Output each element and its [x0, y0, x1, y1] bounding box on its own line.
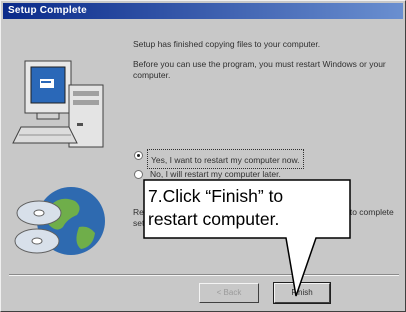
- callout-line-2: restart computer.: [148, 209, 280, 229]
- instruction-callout: [143, 179, 351, 297]
- callout-text: 7.Click “Finish” to restart computer.: [148, 185, 344, 231]
- callout-line-1: 7.Click “Finish” to: [148, 186, 284, 206]
